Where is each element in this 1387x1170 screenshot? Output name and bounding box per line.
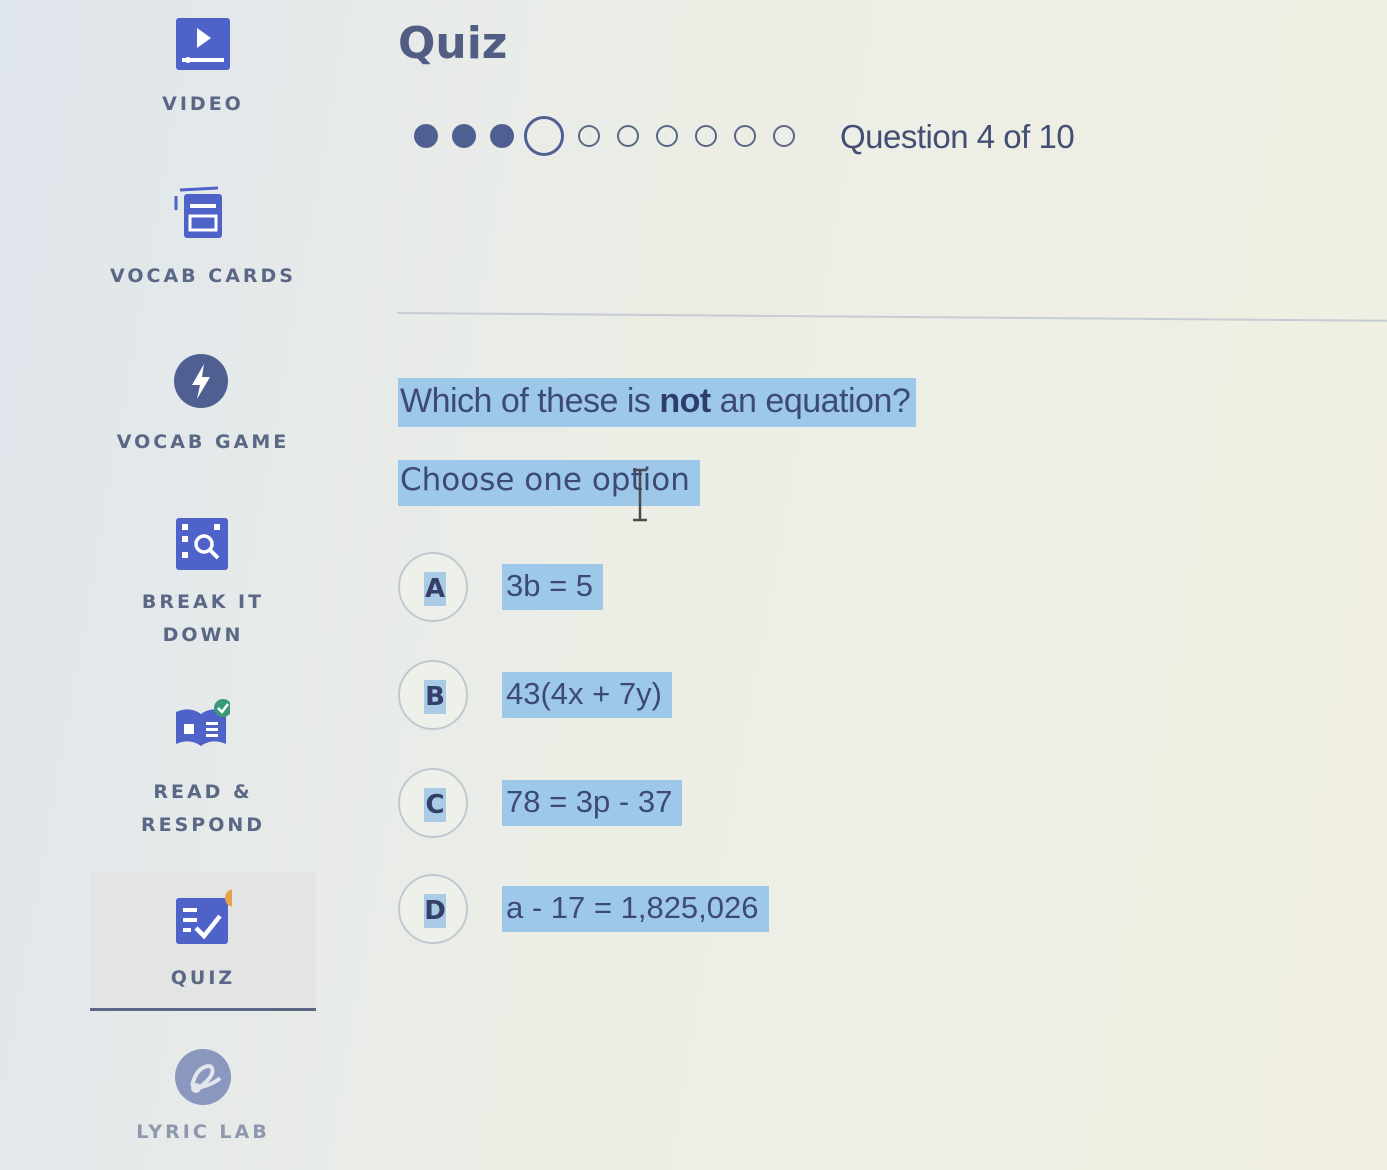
sidebar-item-quiz[interactable]: QUIZ bbox=[90, 872, 316, 1011]
sidebar-item-vocab-cards[interactable]: VOCAB CARDS bbox=[90, 180, 316, 300]
sidebar-item-vocab-game[interactable]: VOCAB GAME bbox=[90, 350, 316, 470]
option-letter-circle[interactable]: D bbox=[398, 874, 468, 944]
sidebar-item-label: VOCAB GAME bbox=[116, 431, 290, 453]
option-letter-circle[interactable]: A bbox=[398, 552, 468, 622]
sidebar-item-label: BREAK IT DOWN bbox=[141, 591, 265, 646]
option-letter: B bbox=[424, 680, 446, 714]
page-title: Quiz bbox=[398, 18, 508, 69]
book-icon bbox=[172, 698, 230, 756]
option-text: 43(4x + 7y) bbox=[502, 672, 672, 718]
progress-dot-complete bbox=[452, 124, 476, 148]
answer-option-b[interactable]: B 43(4x + 7y) bbox=[398, 660, 898, 736]
progress-dot-remaining bbox=[617, 125, 639, 147]
question-progress-dots bbox=[414, 114, 812, 158]
progress-dot-remaining bbox=[734, 125, 756, 147]
question-emphasis: not bbox=[659, 382, 711, 420]
progress-dot-complete bbox=[414, 124, 438, 148]
progress-dot-complete bbox=[490, 124, 514, 148]
question-counter: Question 4 of 10 bbox=[840, 118, 1075, 155]
option-letter-circle[interactable]: B bbox=[398, 660, 468, 730]
option-letter: C bbox=[424, 788, 446, 822]
vocab-cards-icon bbox=[170, 182, 228, 240]
answer-option-a[interactable]: A 3b = 5 bbox=[398, 552, 898, 628]
lightning-icon bbox=[172, 352, 230, 410]
option-text: 3b = 5 bbox=[502, 564, 604, 610]
sidebar-item-label: READ & RESPOND bbox=[140, 781, 266, 836]
option-text: 78 = 3p - 37 bbox=[502, 780, 683, 826]
progress-dot-current bbox=[524, 116, 564, 156]
sidebar-item-read-respond[interactable]: READ & RESPOND bbox=[90, 698, 316, 848]
answer-option-c[interactable]: C 78 = 3p - 37 bbox=[398, 768, 898, 844]
lyric-lab-icon bbox=[174, 1048, 232, 1106]
sidebar-item-label: VOCAB CARDS bbox=[109, 265, 296, 287]
progress-dot-remaining bbox=[578, 125, 600, 147]
sidebar-item-lyric-lab[interactable]: LYRIC LAB bbox=[90, 1046, 316, 1156]
sidebar-item-label: QUIZ bbox=[170, 967, 236, 989]
text-cursor-icon bbox=[633, 468, 647, 522]
answer-instruction: Choose one option bbox=[398, 460, 700, 506]
question-prefix: Which of these is bbox=[400, 382, 660, 420]
sidebar-item-label: VIDEO bbox=[162, 93, 244, 115]
sidebar-item-break-it-down[interactable]: BREAK IT DOWN bbox=[90, 512, 316, 662]
option-letter: A bbox=[424, 572, 446, 606]
sidebar-item-video[interactable]: VIDEO bbox=[90, 10, 316, 130]
question-prompt: Which of these is not an equation? bbox=[398, 378, 917, 427]
option-text: a - 17 = 1,825,026 bbox=[502, 886, 769, 932]
option-letter-circle[interactable]: C bbox=[398, 768, 468, 838]
answer-option-d[interactable]: D a - 17 = 1,825,026 bbox=[398, 874, 898, 950]
sidebar-nav: VIDEO VOCAB CARDS VOCAB GAME BREAK IT DO… bbox=[0, 0, 330, 1170]
progress-dot-remaining bbox=[656, 125, 678, 147]
question-suffix: an equation? bbox=[710, 382, 911, 420]
video-icon bbox=[174, 14, 232, 72]
progress-dot-remaining bbox=[773, 125, 795, 147]
option-letter: D bbox=[424, 894, 446, 928]
quiz-icon bbox=[174, 886, 232, 944]
break-it-down-icon bbox=[172, 514, 230, 572]
sidebar-item-label: LYRIC LAB bbox=[136, 1121, 270, 1143]
progress-dot-remaining bbox=[695, 125, 717, 147]
divider bbox=[396, 312, 1387, 322]
